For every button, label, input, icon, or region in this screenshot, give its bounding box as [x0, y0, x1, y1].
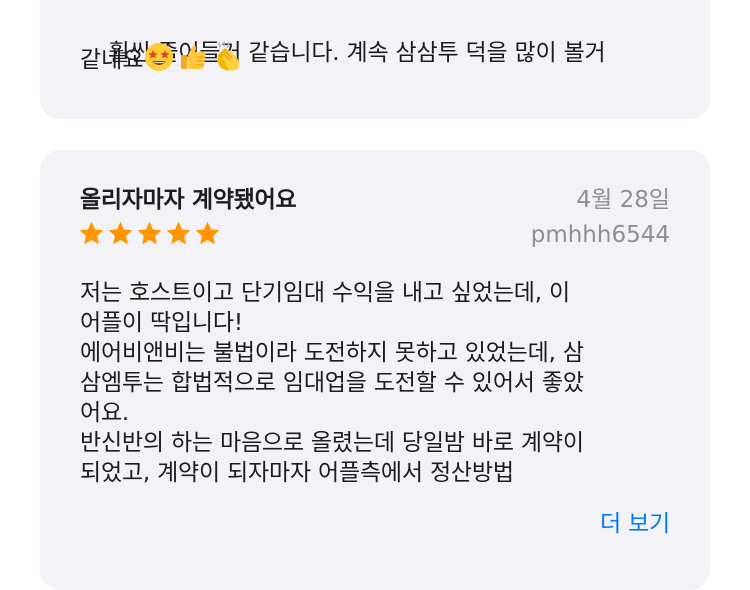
previous-review-last-line: 같네요 — [80, 40, 245, 74]
star-icon — [195, 221, 220, 245]
star-icon — [137, 221, 162, 245]
previous-review-line2: 같네요 — [80, 47, 144, 73]
previous-review-card: 훨씬 줄어들거 같습니다. 계속 삼삼투 덕을 많이 볼거 같네요 — [40, 0, 710, 119]
clapping-hands-emoji-icon — [218, 41, 240, 71]
review-date: 4월 28일 — [576, 187, 670, 213]
star-icon — [166, 221, 191, 245]
review-card: 올리자마자 계약됐어요 4월 28일 pmhhh6544 저는 호스트이고 단기… — [40, 150, 710, 590]
review-title: 올리자마자 계약됐어요 — [80, 187, 297, 213]
star-rating — [78, 220, 221, 247]
star-icon — [79, 221, 104, 245]
review-author: pmhhh6544 — [530, 222, 670, 248]
more-link-container: 더 보기 — [556, 504, 670, 538]
star-icon — [108, 221, 133, 245]
review-body: 저는 호스트이고 단기임대 수익을 내고 싶었는데, 이 어플이 딱입니다! 에… — [80, 280, 584, 486]
thumbs-up-emoji-icon — [181, 45, 207, 69]
read-more-link[interactable]: 더 보기 — [600, 504, 670, 538]
star-struck-emoji-icon — [145, 43, 174, 71]
